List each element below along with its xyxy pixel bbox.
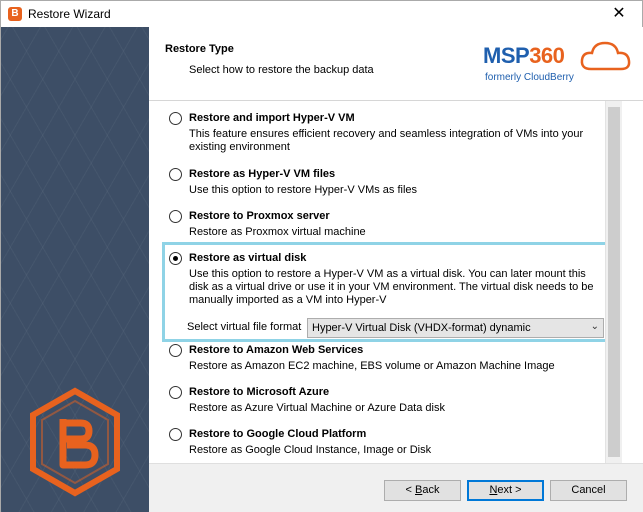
option-title: Restore to Google Cloud Platform <box>189 428 367 440</box>
msp360-logo: MSP360 formerly CloudBerry <box>483 39 633 89</box>
option-title: Restore and import Hyper-V VM <box>189 112 355 124</box>
option-description: Restore as Azure Virtual Machine or Azur… <box>189 402 445 414</box>
option-description: This feature ensures efficient recovery … <box>189 128 584 153</box>
title-bar: Restore Wizard ✕ <box>1 1 642 27</box>
cancel-button[interactable]: Cancel <box>550 480 627 501</box>
brand-name-part1: MSP <box>483 43 530 68</box>
option-description: Use this option to restore Hyper-V VMs a… <box>189 184 418 196</box>
close-icon[interactable]: ✕ <box>596 1 642 27</box>
option-description: Restore as Amazon EC2 machine, EBS volum… <box>189 360 555 372</box>
option-title: Restore to Microsoft Azure <box>189 386 330 398</box>
next-button[interactable]: Next > <box>467 480 544 501</box>
radio-button[interactable] <box>169 386 182 399</box>
brand-logo-icon <box>30 387 120 497</box>
option-title: Restore to Amazon Web Services <box>189 344 364 356</box>
back-button-arrow: < <box>405 484 415 496</box>
app-icon <box>8 7 22 21</box>
virtual-file-format-dropdown[interactable]: Hyper-V Virtual Disk (VHDX-format) dynam… <box>307 318 604 338</box>
brand-name-part2: 360 <box>529 43 565 68</box>
radio-button[interactable] <box>169 210 182 223</box>
chevron-down-icon: ⌄ <box>590 321 599 332</box>
radio-button[interactable] <box>169 428 182 441</box>
sidebar-banner <box>1 27 149 512</box>
radio-button[interactable] <box>169 344 182 357</box>
scrollbar-thumb[interactable] <box>608 107 620 457</box>
radio-button[interactable] <box>169 168 182 181</box>
next-button-label: ext > <box>497 484 522 496</box>
page-title: Restore Type <box>165 43 234 55</box>
format-selected-value: Hyper-V Virtual Disk (VHDX-format) dynam… <box>312 322 531 334</box>
window-title: Restore Wizard <box>28 7 111 21</box>
option-title: Restore as Hyper-V VM files <box>189 168 336 180</box>
brand-name: MSP360 <box>483 43 565 69</box>
page-subtitle: Select how to restore the backup data <box>189 64 374 76</box>
back-button-label: ack <box>422 484 440 496</box>
option-description: Restore as Proxmox virtual machine <box>189 226 366 238</box>
brand-tagline: formerly CloudBerry <box>485 72 574 83</box>
back-button[interactable]: < Back <box>384 480 461 501</box>
radio-button[interactable] <box>169 112 182 125</box>
option-title: Restore to Proxmox server <box>189 210 330 222</box>
format-label: Select virtual file format <box>187 321 302 333</box>
wizard-footer: < Back Next > Cancel <box>149 463 643 512</box>
cloud-icon <box>580 41 631 71</box>
wizard-header: Restore Type Select how to restore the b… <box>149 27 643 101</box>
option-description: Restore as Google Cloud Instance, Image … <box>189 444 432 456</box>
vertical-scrollbar[interactable] <box>605 101 622 463</box>
restore-wizard-window: Restore Wizard ✕ Restore Type Select how… <box>0 0 643 512</box>
